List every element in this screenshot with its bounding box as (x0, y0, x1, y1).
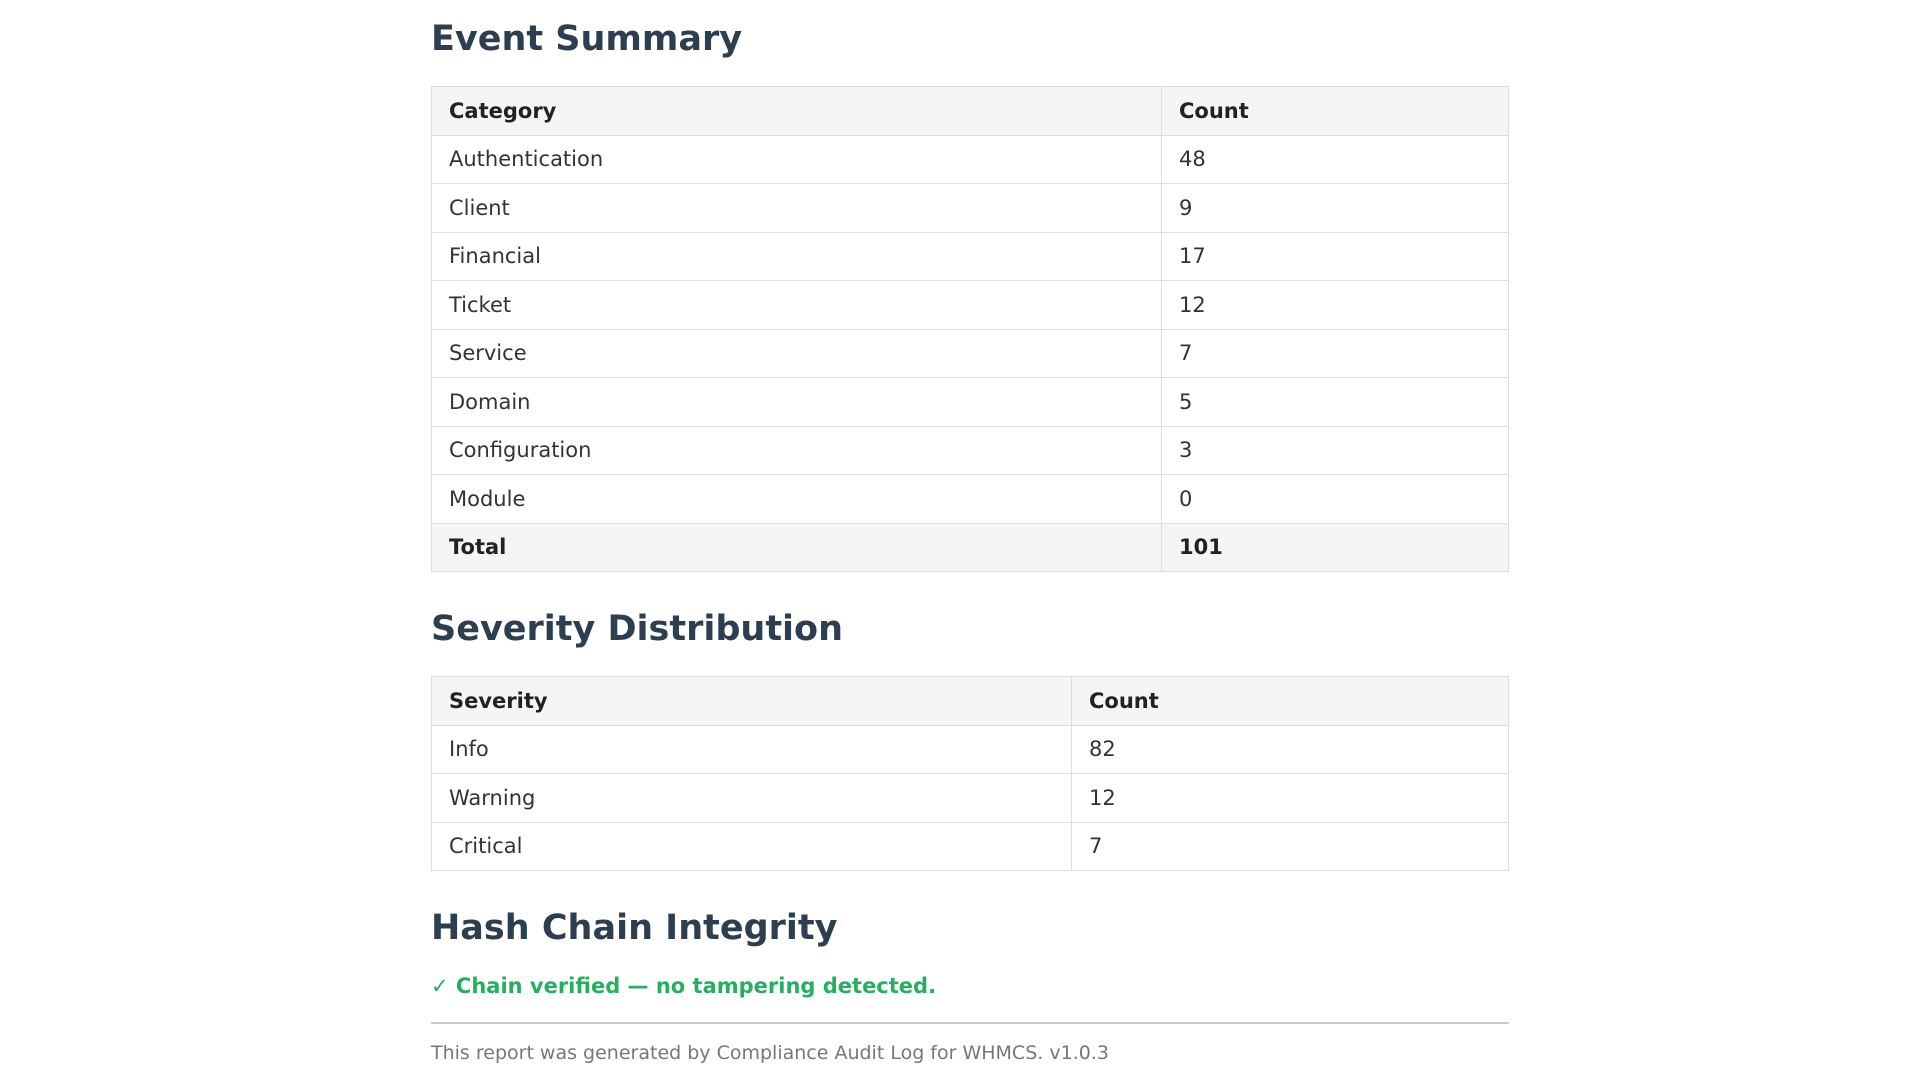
severity-cell: Warning (431, 773, 1072, 823)
table-row: Warning 12 (431, 773, 1509, 823)
footer-divider (431, 1022, 1509, 1024)
count-cell: 7 (1161, 328, 1509, 378)
count-cell: 12 (1071, 773, 1509, 823)
count-cell: 3 (1161, 425, 1509, 475)
count-cell: 7 (1071, 821, 1509, 871)
count-cell: 5 (1161, 377, 1509, 427)
table-row: Service 7 (431, 328, 1509, 378)
count-cell: 17 (1161, 231, 1509, 281)
category-cell: Domain (431, 377, 1162, 427)
category-cell: Configuration (431, 425, 1162, 475)
column-header-count: Count (1161, 86, 1509, 136)
column-header-severity: Severity (431, 676, 1072, 726)
table-header-row: Category Count (431, 86, 1509, 136)
chain-verified-status: ✓ Chain verified — no tampering detected… (431, 974, 937, 998)
category-cell: Ticket (431, 280, 1162, 330)
column-header-category: Category (431, 86, 1162, 136)
category-cell: Client (431, 183, 1162, 233)
table-row: Client 9 (431, 183, 1509, 233)
count-cell: 12 (1161, 280, 1509, 330)
severity-cell: Info (431, 724, 1072, 774)
count-cell: 48 (1161, 134, 1509, 184)
total-count: 101 (1161, 522, 1509, 572)
table-row: Info 82 (431, 724, 1509, 774)
category-cell: Authentication (431, 134, 1162, 184)
count-cell: 9 (1161, 183, 1509, 233)
severity-cell: Critical (431, 821, 1072, 871)
count-cell: 82 (1071, 724, 1509, 774)
table-row: Module 0 (431, 474, 1509, 524)
table-row: Ticket 12 (431, 280, 1509, 330)
report-page: Event Summary Category Count Authenticat… (431, 0, 1509, 1063)
table-row: Domain 5 (431, 377, 1509, 427)
category-cell: Financial (431, 231, 1162, 281)
report-footer: This report was generated by Compliance … (431, 1042, 1109, 1064)
severity-distribution-title: Severity Distribution (431, 609, 844, 649)
category-cell: Service (431, 328, 1162, 378)
event-summary-title: Event Summary (431, 19, 743, 59)
severity-distribution-table: Severity Count Info 82 Warning 12 Critic… (431, 676, 1509, 871)
table-row: Authentication 48 (431, 134, 1509, 184)
table-row: Financial 17 (431, 231, 1509, 281)
column-header-count: Count (1071, 676, 1509, 726)
table-row: Critical 7 (431, 821, 1509, 871)
table-row: Configuration 3 (431, 425, 1509, 475)
event-summary-table: Category Count Authentication 48 Client … (431, 86, 1509, 572)
total-label: Total (431, 522, 1162, 572)
total-row: Total 101 (431, 522, 1509, 572)
hash-chain-title: Hash Chain Integrity (431, 908, 838, 948)
category-cell: Module (431, 474, 1162, 524)
count-cell: 0 (1161, 474, 1509, 524)
table-header-row: Severity Count (431, 676, 1509, 726)
